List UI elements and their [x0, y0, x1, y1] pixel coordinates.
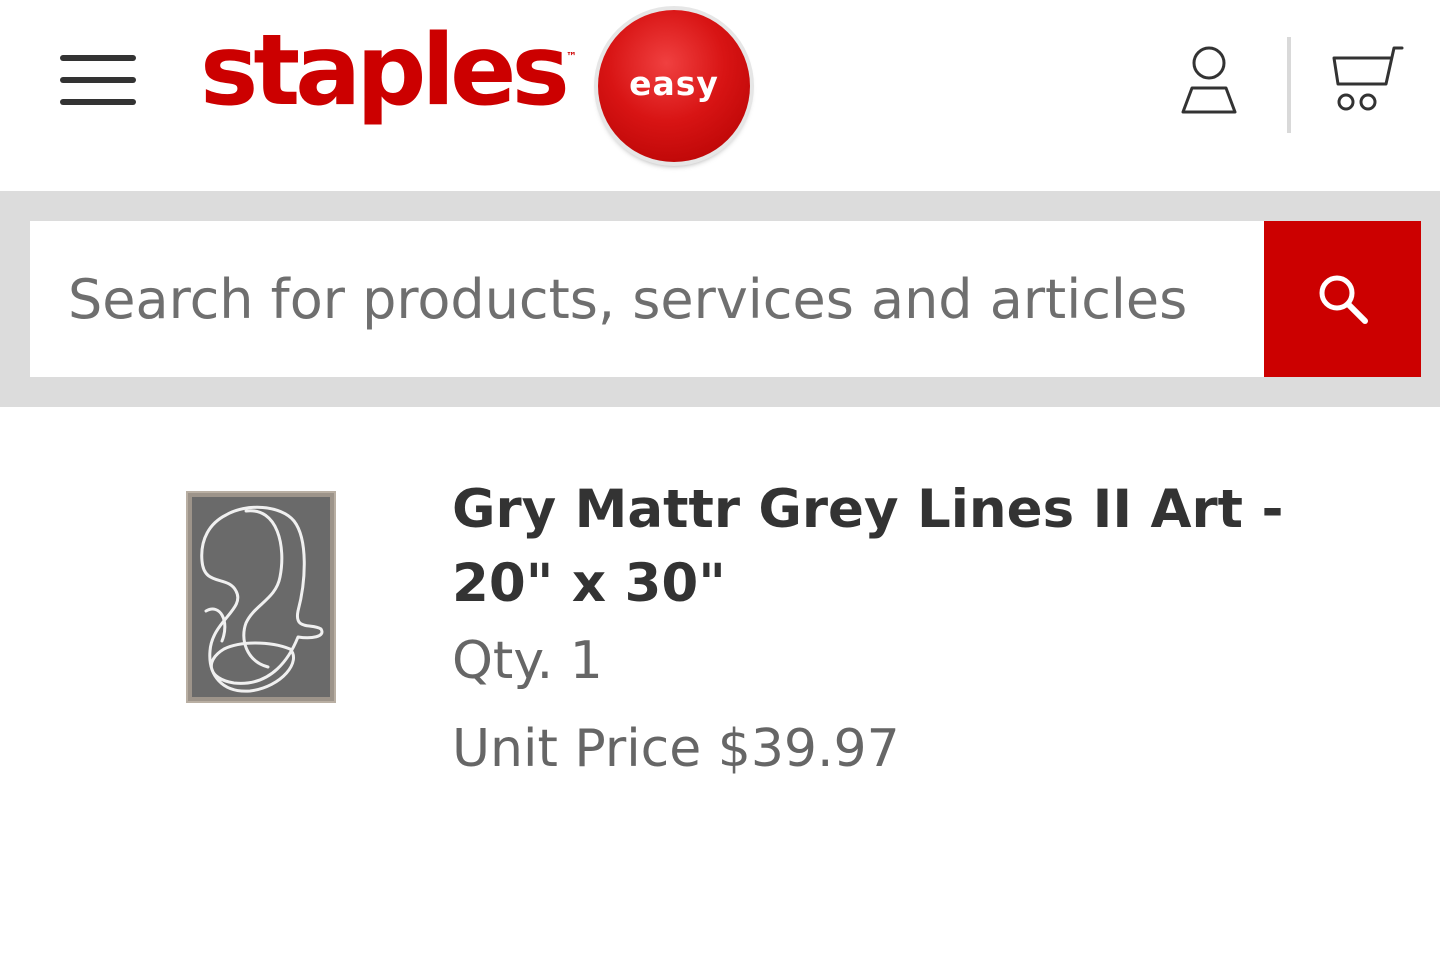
easy-button-label: easy — [629, 63, 719, 103]
search-button[interactable] — [1264, 221, 1421, 377]
logo-trademark: ™ — [566, 50, 577, 63]
shopping-cart-icon[interactable] — [1330, 44, 1406, 116]
easy-button-logo[interactable]: easy — [598, 10, 750, 162]
product-quantity: Qty. 1 — [452, 631, 603, 691]
product-unit-price: Unit Price $39.97 — [452, 719, 900, 779]
staples-logo[interactable]: staples — [200, 22, 570, 120]
hamburger-menu-icon[interactable] — [60, 52, 136, 108]
framed-art-line-drawing-image[interactable] — [186, 491, 336, 703]
site-header: staples ™ easy — [0, 0, 1440, 191]
user-account-icon[interactable] — [1178, 44, 1240, 116]
product-title[interactable]: Gry Mattr Grey Lines II Art - 20" x 30" — [452, 473, 1352, 621]
search-input[interactable] — [30, 221, 1264, 377]
product-summary: Gry Mattr Grey Lines II Art - 20" x 30" … — [0, 407, 1440, 957]
search-bar — [0, 191, 1440, 407]
header-divider — [1287, 37, 1291, 133]
search-icon — [1319, 275, 1368, 324]
